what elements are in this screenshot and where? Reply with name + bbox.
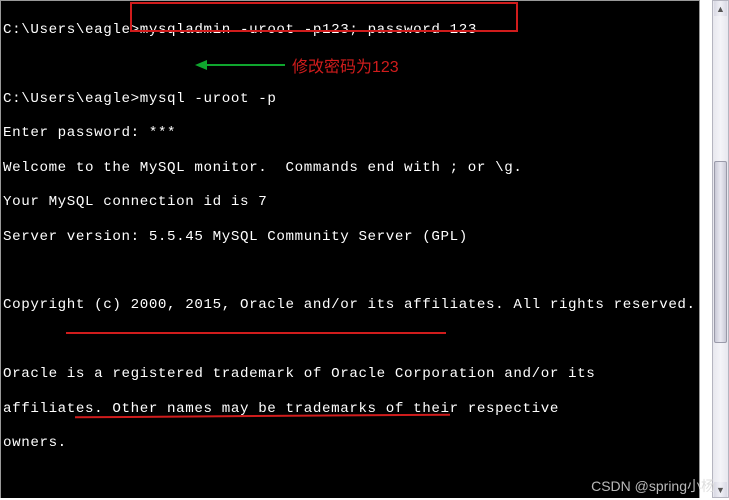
prompt: C:\Users\eagle> — [3, 91, 140, 107]
welcome-line-3: Server version: 5.5.45 MySQL Community S… — [3, 229, 468, 245]
watermark: CSDN @spring小杨 — [591, 476, 715, 496]
vertical-scrollbar[interactable]: ▲ ▼ — [712, 0, 729, 498]
cmd-mysqladmin: mysqladmin -uroot -p123; password 123 — [140, 22, 477, 38]
scroll-up-arrow-icon[interactable]: ▲ — [714, 1, 727, 16]
scrollbar-thumb[interactable] — [714, 161, 727, 343]
annotation-change-password: 修改密码为123 — [292, 53, 399, 77]
scroll-down-arrow-icon[interactable]: ▼ — [714, 482, 727, 497]
arrow-green-head — [195, 60, 207, 70]
welcome-line-1: Welcome to the MySQL monitor. Commands e… — [3, 160, 523, 176]
password-mask: *** — [149, 125, 176, 141]
cmd-mysql-login: mysql -uroot -p — [140, 91, 277, 107]
trademark-line-3: owners. — [3, 435, 67, 451]
copyright-line: Copyright (c) 2000, 2015, Oracle and/or … — [3, 297, 696, 313]
welcome-line-2: Your MySQL connection id is 7 — [3, 194, 267, 210]
prompt: C:\Users\eagle> — [3, 22, 140, 38]
enter-password-label: Enter password: — [3, 125, 149, 141]
underline-query — [66, 332, 446, 334]
arrow-green — [205, 64, 285, 66]
trademark-line-1: Oracle is a registered trademark of Orac… — [3, 366, 595, 382]
